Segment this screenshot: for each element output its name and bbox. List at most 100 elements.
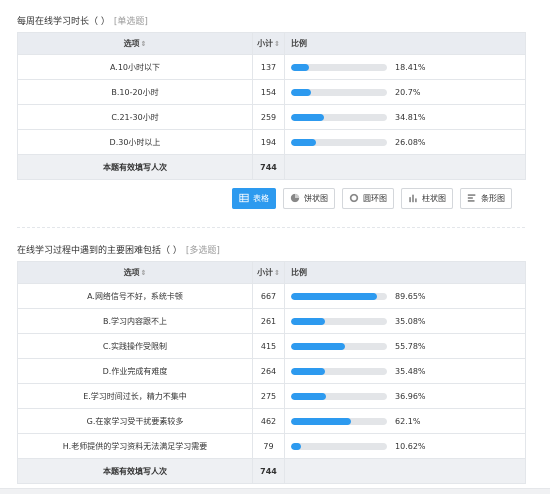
count-column-header[interactable]: 小计⇕ <box>252 261 285 284</box>
progress-bar-track <box>291 367 387 375</box>
section-divider <box>17 227 525 228</box>
progress-bar-fill <box>291 63 309 71</box>
donut-chart-icon <box>349 193 363 205</box>
table-row: D.30小时以上 194 26.08% <box>17 129 526 155</box>
count-column-header[interactable]: 小计⇕ <box>252 32 285 55</box>
progress-bar-fill <box>291 113 325 121</box>
option-header-label: 选项 <box>123 268 140 277</box>
progress-bar-fill <box>291 88 311 96</box>
count-cell: 261 <box>252 308 285 334</box>
progress-bar-fill <box>291 367 326 375</box>
ratio-cell: 62.1% <box>284 408 526 434</box>
total-row: 本题有效填写人次 744 <box>17 154 526 180</box>
percentage-label: 18.41% <box>395 62 426 72</box>
table-row: E.学习时间过长，精力不集中 275 36.96% <box>17 383 526 409</box>
ratio-column-header: 比例 <box>284 32 526 55</box>
percentage-label: 20.7% <box>395 87 421 97</box>
ratio-cell: 35.48% <box>284 358 526 384</box>
progress-bar-track <box>291 442 387 450</box>
count-cell: 415 <box>252 333 285 359</box>
total-count: 744 <box>252 458 285 484</box>
sort-icon[interactable]: ⇕ <box>274 269 280 277</box>
option-cell: C.21-30小时 <box>17 104 253 130</box>
ratio-cell: 89.65% <box>284 283 526 309</box>
table-icon <box>239 193 253 205</box>
percentage-label: 89.65% <box>395 291 426 301</box>
option-cell: B.学习内容跟不上 <box>17 308 253 334</box>
table-row: B.学习内容跟不上 261 35.08% <box>17 308 526 334</box>
table-row: D.作业完成有难度 264 35.48% <box>17 358 526 384</box>
view-button-label: 表格 <box>253 194 269 203</box>
percentage-label: 36.96% <box>395 391 426 401</box>
count-header-label: 小计 <box>257 268 274 277</box>
option-cell: B.10-20小时 <box>17 79 253 105</box>
percentage-label: 10.62% <box>395 441 426 451</box>
option-column-header[interactable]: 选项⇕ <box>17 261 253 284</box>
chart-view-toolbar: 表格 饼状图 圆环图 柱状图 条形图 <box>232 188 512 209</box>
ratio-cell: 55.78% <box>284 333 526 359</box>
sort-icon[interactable]: ⇕ <box>141 269 147 277</box>
progress-bar-fill <box>291 138 317 146</box>
progress-bar-fill <box>291 442 302 450</box>
percentage-label: 34.81% <box>395 112 426 122</box>
ratio-cell: 34.81% <box>284 104 526 130</box>
question-2-title: 在线学习过程中遇到的主要困难包括（ ） [多选题] <box>17 243 220 256</box>
table-header-row: 选项⇕ 小计⇕ 比例 <box>17 261 526 284</box>
count-cell: 462 <box>252 408 285 434</box>
count-cell: 275 <box>252 383 285 409</box>
progress-bar-fill <box>291 317 325 325</box>
progress-bar-track <box>291 417 387 425</box>
ratio-cell: 10.62% <box>284 433 526 459</box>
view-donut-chart-button[interactable]: 圆环图 <box>342 188 394 209</box>
progress-bar-track <box>291 88 387 96</box>
question-1-text: 每周在线学习时长（ ） <box>17 17 110 27</box>
progress-bar-track <box>291 342 387 350</box>
table-row: G.在家学习受干扰要素较多 462 62.1% <box>17 408 526 434</box>
ratio-column-header: 比例 <box>284 261 526 284</box>
table-row: C.实践操作受限制 415 55.78% <box>17 333 526 359</box>
ratio-cell: 20.7% <box>284 79 526 105</box>
progress-bar-track <box>291 292 387 300</box>
progress-bar-track <box>291 317 387 325</box>
total-label: 本题有效填写人次 <box>17 458 253 484</box>
question-1-type: [单选题] <box>113 17 148 27</box>
total-count: 744 <box>252 154 285 180</box>
count-cell: 154 <box>252 79 285 105</box>
total-ratio-empty <box>284 458 526 484</box>
total-row: 本题有效填写人次 744 <box>17 458 526 484</box>
option-cell: G.在家学习受干扰要素较多 <box>17 408 253 434</box>
bar-chart-icon <box>408 193 422 205</box>
table-row: A.10小时以下 137 18.41% <box>17 54 526 80</box>
view-bar-chart-button[interactable]: 柱状图 <box>401 188 453 209</box>
progress-bar-fill <box>291 342 345 350</box>
option-column-header[interactable]: 选项⇕ <box>17 32 253 55</box>
option-cell: D.30小时以上 <box>17 129 253 155</box>
percentage-label: 55.78% <box>395 341 426 351</box>
horizontal-bar-icon <box>467 193 481 205</box>
percentage-label: 26.08% <box>395 137 426 147</box>
sort-icon[interactable]: ⇕ <box>274 40 280 48</box>
option-header-label: 选项 <box>123 39 140 48</box>
view-pie-chart-button[interactable]: 饼状图 <box>283 188 335 209</box>
progress-bar-track <box>291 392 387 400</box>
table-row: H.老师提供的学习资料无法满足学习需要 79 10.62% <box>17 433 526 459</box>
view-button-label: 条形图 <box>481 194 505 203</box>
view-table-button[interactable]: 表格 <box>232 188 276 209</box>
percentage-label: 62.1% <box>395 416 421 426</box>
view-horizontal-bar-button[interactable]: 条形图 <box>460 188 512 209</box>
option-cell: A.10小时以下 <box>17 54 253 80</box>
page-bottom-bar <box>0 488 550 494</box>
sort-icon[interactable]: ⇕ <box>141 40 147 48</box>
progress-bar-track <box>291 138 387 146</box>
ratio-cell: 26.08% <box>284 129 526 155</box>
total-label: 本题有效填写人次 <box>17 154 253 180</box>
view-button-label: 柱状图 <box>422 194 446 203</box>
count-cell: 79 <box>252 433 285 459</box>
option-cell: E.学习时间过长，精力不集中 <box>17 383 253 409</box>
view-button-label: 饼状图 <box>304 194 328 203</box>
progress-bar-track <box>291 113 387 121</box>
question-1-table: 选项⇕ 小计⇕ 比例 A.10小时以下 137 18.41% B.10-20小时 154… <box>17 32 526 180</box>
percentage-label: 35.08% <box>395 316 426 326</box>
option-cell: A.网络信号不好，系统卡顿 <box>17 283 253 309</box>
option-cell: D.作业完成有难度 <box>17 358 253 384</box>
